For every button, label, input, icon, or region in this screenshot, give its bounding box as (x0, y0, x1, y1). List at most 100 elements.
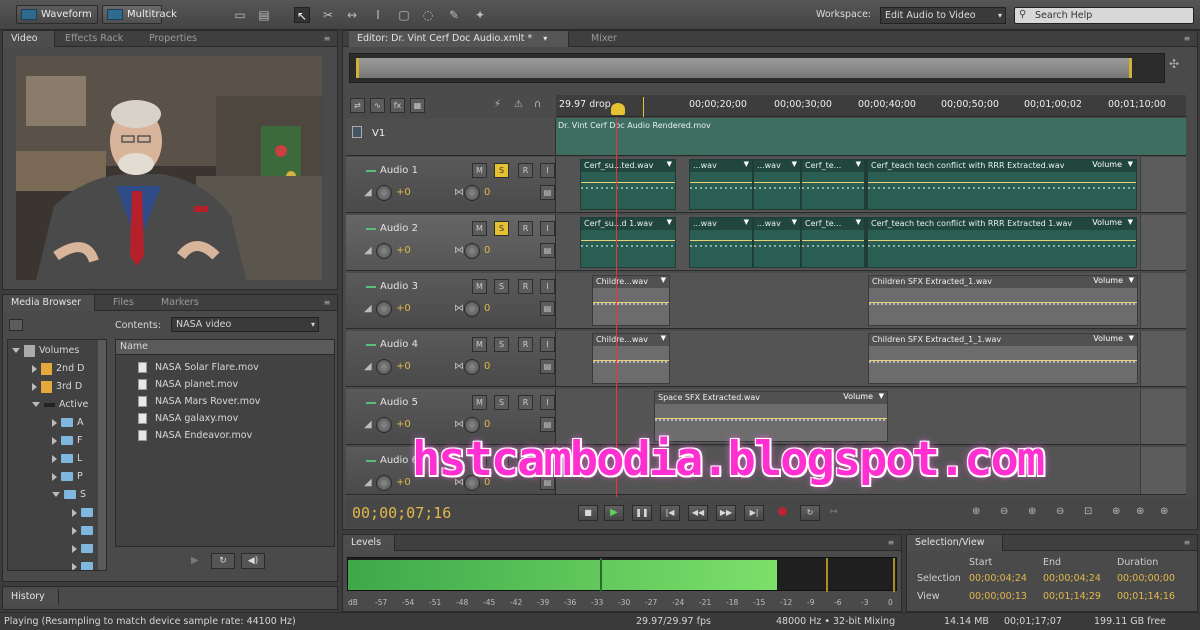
go-to-start-button[interactable]: |◀ (660, 505, 680, 521)
folder-up-icon[interactable] (9, 319, 23, 331)
volume-envelope[interactable] (581, 182, 675, 183)
tree-item[interactable]: Volumes (12, 342, 79, 359)
volume-value[interactable]: +0 (396, 303, 411, 314)
tree-item[interactable] (72, 504, 97, 521)
panel-menu-icon[interactable]: ≡ (1181, 538, 1193, 547)
pan-value[interactable]: 0 (484, 361, 490, 372)
chevron-down-icon[interactable]: ▼ (1129, 276, 1134, 284)
track-name[interactable]: Audio 2 (366, 223, 418, 234)
track-lane[interactable]: Cerf_su...d 1.wav ▼ ...wav ▼ ...wav ▼ Ce… (556, 215, 1186, 270)
solo-button[interactable]: S (494, 279, 509, 294)
volume-envelope[interactable] (802, 240, 864, 241)
tab-selection-view[interactable]: Selection/View (907, 535, 1003, 551)
display-spectral-icon[interactable]: ▤ (256, 7, 272, 23)
arm-record-button[interactable]: R (518, 279, 533, 294)
tree-item[interactable]: 3rd D (32, 378, 82, 395)
pan-knob[interactable] (464, 185, 480, 201)
track-output-button[interactable]: ▤ (540, 185, 555, 200)
audio-clip[interactable]: Cerf_te... ▼ (801, 159, 865, 210)
volume-knob[interactable] (376, 359, 392, 375)
volume-envelope[interactable] (593, 302, 669, 303)
record-button[interactable] (778, 507, 787, 516)
audio-clip[interactable]: Children SFX Extracted_1_1.wav ▼ Volume (868, 333, 1138, 384)
arm-record-button[interactable]: R (518, 163, 533, 178)
solo-button[interactable]: S (494, 395, 509, 410)
zoom-out-amplitude-icon[interactable]: ⊖ (1000, 506, 1008, 517)
tab-media-browser[interactable]: Media Browser (3, 295, 95, 311)
workspace-select[interactable]: Edit Audio to Video ▾ (880, 7, 1006, 24)
volume-knob[interactable] (376, 475, 392, 491)
loop-preview-icon[interactable]: ↻ (211, 553, 235, 569)
view-duration[interactable]: 00;01;14;16 (1117, 591, 1175, 602)
waveform-button[interactable]: Waveform (16, 5, 98, 24)
solo-button[interactable]: S (494, 221, 509, 236)
volume-value[interactable]: +0 (396, 477, 411, 488)
video-lane[interactable]: Dr. Vint Cerf Doc Audio Rendered.mov (556, 118, 1186, 155)
audio-clip[interactable]: ...wav ▼ (753, 159, 801, 210)
overview-range[interactable] (356, 58, 1132, 78)
volume-envelope[interactable] (868, 182, 1136, 183)
skip-icon[interactable]: ↦ (830, 507, 838, 517)
tab-mixer[interactable]: Mixer (583, 31, 639, 47)
track-name[interactable]: Audio 4 (366, 339, 418, 350)
tab-properties[interactable]: Properties (141, 31, 213, 47)
chevron-down-icon[interactable]: ▼ (667, 160, 672, 168)
tree-item[interactable] (72, 522, 97, 539)
track-lane[interactable]: Childre...wav ▼ Children SFX Extracted_1… (556, 331, 1186, 386)
effects-icon[interactable]: fx (390, 98, 405, 113)
tree-item[interactable] (72, 540, 97, 557)
volume-value[interactable]: +0 (396, 361, 411, 372)
panel-menu-icon[interactable]: ≡ (321, 34, 333, 43)
volume-envelope-icon[interactable]: ∿ (370, 98, 385, 113)
tab-markers[interactable]: Markers (153, 295, 209, 311)
chevron-down-icon[interactable]: ▼ (792, 160, 797, 168)
tab-history[interactable]: History (3, 589, 59, 605)
track-name[interactable]: Audio 3 (366, 281, 418, 292)
zoom-in-amplitude-icon[interactable]: ⊕ (972, 506, 980, 517)
audio-clip[interactable]: Cerf_su...ted.wav ▼ (580, 159, 676, 210)
tab-effects-rack[interactable]: Effects Rack (57, 31, 137, 47)
spot-healing-tool-icon[interactable]: ✦ (472, 7, 488, 23)
column-header-name[interactable]: Name (116, 340, 334, 355)
selection-end[interactable]: 00;00;04;24 (1043, 573, 1101, 584)
audio-clip[interactable]: Cerf_te... ▼ (801, 217, 865, 268)
audio-clip[interactable]: Childre...wav ▼ (592, 275, 670, 326)
chevron-down-icon[interactable]: ▼ (856, 160, 861, 168)
file-item[interactable]: NASA Endeavor.mov (138, 427, 252, 444)
chevron-down-icon[interactable]: ▼ (856, 218, 861, 226)
volume-envelope[interactable] (655, 418, 887, 419)
tree-item[interactable]: P (52, 468, 83, 485)
tab-editor[interactable]: Editor: Dr. Vint Cerf Doc Audio.xmlt * ▾ (349, 31, 569, 47)
volume-value[interactable]: +0 (396, 245, 411, 256)
headphones-icon[interactable]: ∩ (534, 99, 541, 110)
track-header[interactable]: Audio 1 M S R I ◢ +0 ⋈ 0 ▤ (346, 157, 556, 212)
chevron-down-icon[interactable]: ▼ (667, 218, 672, 226)
tree-item[interactable]: S (52, 486, 86, 503)
solo-button[interactable]: S (494, 337, 509, 352)
pin-icon[interactable]: ✣ (1169, 57, 1179, 71)
rewind-button[interactable]: ◀◀ (688, 505, 708, 521)
zoom-right-icon[interactable]: ⊕ (1160, 506, 1168, 517)
tree-item[interactable] (72, 558, 97, 570)
panel-menu-icon[interactable]: ≡ (321, 298, 333, 307)
track-output-button[interactable]: ▤ (540, 243, 555, 258)
audio-clip[interactable]: ...wav ▼ (689, 159, 753, 210)
volume-value[interactable]: +0 (396, 187, 411, 198)
view-end[interactable]: 00;01;14;29 (1043, 591, 1101, 602)
chevron-down-icon[interactable]: ▼ (744, 218, 749, 226)
zoom-out-full-icon[interactable]: ⊡ (1084, 506, 1092, 517)
tree-item[interactable]: L (52, 450, 82, 467)
audio-clip[interactable]: ...wav ▼ (689, 217, 753, 268)
pan-knob[interactable] (464, 301, 480, 317)
monitor-input-button[interactable]: I (540, 221, 555, 236)
go-to-end-button[interactable]: ▶| (744, 505, 764, 521)
volume-envelope[interactable] (690, 182, 752, 183)
volume-envelope[interactable] (581, 240, 675, 241)
track-lane[interactable]: Cerf_su...ted.wav ▼ ...wav ▼ ...wav ▼ Ce… (556, 157, 1186, 212)
chevron-down-icon[interactable]: ▼ (879, 392, 884, 400)
chevron-down-icon[interactable]: ▼ (661, 276, 666, 284)
solo-button[interactable]: S (494, 163, 509, 178)
tree-scrollbar[interactable] (98, 340, 106, 570)
selection-duration[interactable]: 00;00;00;00 (1117, 573, 1175, 584)
zoom-in-time-icon[interactable]: ⊕ (1028, 506, 1036, 517)
